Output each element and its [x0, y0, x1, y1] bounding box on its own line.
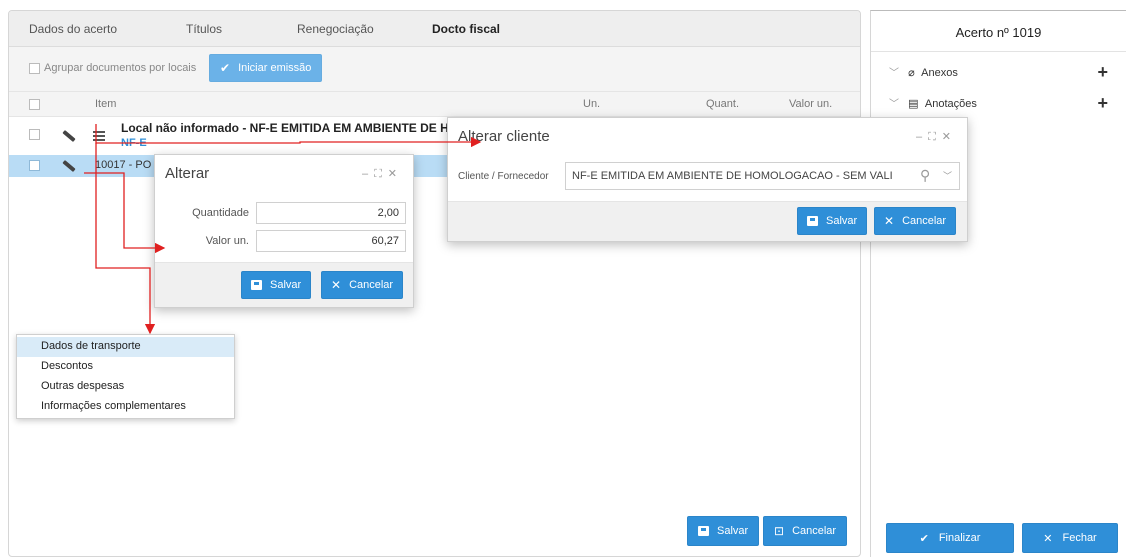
window-controls[interactable]: –⛶✕ [916, 130, 957, 144]
dialog-footer: Salvar ✕ Cancelar [155, 262, 413, 307]
main-panel: Dados do acerto Títulos Renegociação Doc… [8, 10, 861, 557]
quantidade-input[interactable]: 2,00 [256, 202, 406, 224]
save-button[interactable]: Salvar [797, 207, 868, 235]
right-panel: Acerto nº 1019 ﹀ ⌀ Anexos + ﹀ ▤ Anotaçõe… [870, 10, 1126, 557]
list-icon[interactable] [93, 131, 105, 141]
anotacoes-label: Anotações [924, 98, 977, 110]
anexos-label: Anexos [921, 67, 958, 79]
add-anotacao-button[interactable]: + [1097, 94, 1108, 112]
valor-un-input[interactable]: 60,27 [256, 230, 406, 252]
exit-icon: ⊡ [774, 524, 785, 538]
iniciar-emissao-button[interactable]: ✔ Iniciar emissão [209, 54, 323, 82]
tab-docto-fiscal[interactable]: Docto fiscal [432, 22, 500, 36]
agrupar-checkbox[interactable]: Agrupar documentos por locais [29, 62, 196, 74]
agrupar-label: Agrupar documentos por locais [44, 62, 197, 74]
window-controls[interactable]: –⛶✕ [362, 167, 403, 181]
save-icon [807, 216, 818, 226]
grid-header: Item Un. Quant. Valor un. [9, 91, 860, 117]
col-quant: Quant. [706, 98, 740, 110]
col-valor-un: Valor un. [789, 98, 833, 110]
col-item: Item [95, 98, 117, 110]
anotacoes-section[interactable]: ﹀ ▤ Anotações [889, 95, 977, 110]
save-label: Salvar [270, 279, 302, 291]
tab-titulos[interactable]: Títulos [186, 22, 222, 36]
close-icon: ✕ [884, 214, 895, 228]
close-icon: ✕ [1043, 532, 1053, 545]
iniciar-emissao-label: Iniciar emissão [238, 62, 312, 74]
finalizar-label: Finalizar [938, 532, 981, 544]
save-icon [698, 526, 709, 536]
chevron-down-icon[interactable]: ﹀ [943, 169, 952, 182]
tab-renegociacao[interactable]: Renegociação [297, 22, 374, 36]
checkbox-icon [29, 62, 40, 74]
chevron-down-icon: ﹀ [889, 68, 899, 79]
anexos-section[interactable]: ﹀ ⌀ Anexos [889, 64, 958, 79]
close-icon: ✕ [331, 278, 342, 292]
edit-icon[interactable] [62, 159, 76, 173]
save-label: Salvar [717, 525, 749, 537]
save-label: Salvar [826, 215, 858, 227]
acerto-title: Acerto nº 1019 [955, 25, 1042, 40]
dialog-header: Alterar –⛶✕ [155, 155, 413, 193]
select-all-checkbox[interactable] [29, 99, 40, 110]
row-title: 10017 - PO [95, 159, 152, 171]
row-checkbox[interactable] [29, 129, 40, 140]
notes-icon: ▤ [908, 98, 919, 110]
add-anexo-button[interactable]: + [1097, 63, 1108, 81]
tab-bar: Dados do acerto Títulos Renegociação Doc… [9, 11, 860, 47]
tab-dados-do-acerto[interactable]: Dados do acerto [29, 22, 117, 36]
save-button[interactable]: Salvar [687, 516, 760, 546]
cancel-button[interactable]: ✕ Cancelar [321, 271, 404, 299]
chevron-down-icon: ﹀ [889, 99, 899, 110]
alterar-cliente-dialog: Alterar cliente –⛶✕ Cliente / Fornecedor… [447, 117, 968, 242]
save-icon [251, 280, 262, 290]
dialog-title: Alterar cliente [458, 128, 550, 145]
menu-item-dados-transporte[interactable]: Dados de transporte [17, 337, 234, 357]
divider [871, 51, 1126, 52]
dialog-title: Alterar [165, 165, 210, 182]
row-subtitle: NF-E [121, 137, 147, 149]
row-checkbox[interactable] [29, 160, 40, 171]
finalizar-button[interactable]: ✔ Finalizar [886, 523, 1014, 553]
cancel-label: Cancelar [349, 279, 394, 291]
save-button[interactable]: Salvar [241, 271, 312, 299]
menu-item-descontos[interactable]: Descontos [17, 357, 234, 377]
menu-item-outras-despesas[interactable]: Outras despesas [17, 377, 234, 397]
paperclip-icon: ⌀ [908, 67, 915, 79]
dialog-footer: Salvar ✕ Cancelar [448, 201, 967, 241]
cancel-button[interactable]: ✕ Cancelar [874, 207, 957, 235]
cliente-fornecedor-input[interactable]: NF-E EMITIDA EM AMBIENTE DE HOMOLOGACAO … [565, 162, 960, 190]
fechar-label: Fechar [1062, 532, 1097, 544]
toolbar: Agrupar documentos por locais ✔ Iniciar … [9, 47, 860, 91]
alterar-dialog: Alterar –⛶✕ Quantidade 2,00 Valor un. 60… [154, 154, 414, 308]
cliente-fornecedor-label: Cliente / Fornecedor [458, 171, 549, 182]
col-un: Un. [583, 98, 601, 110]
cliente-value: NF-E EMITIDA EM AMBIENTE DE HOMOLOGACAO … [572, 170, 893, 182]
cancel-label: Cancelar [902, 215, 947, 227]
edit-icon[interactable] [62, 129, 76, 143]
row-title: Local não informado - NF-E EMITIDA EM AM… [121, 121, 462, 135]
quantidade-label: Quantidade [192, 207, 249, 219]
search-icon[interactable]: ⚲ [920, 167, 930, 184]
context-menu: Dados de transporte Descontos Outras des… [16, 334, 235, 419]
check-icon: ✔ [919, 532, 929, 545]
menu-item-informacoes-complementares[interactable]: Informações complementares [17, 397, 234, 417]
cancel-button[interactable]: ⊡ Cancelar [763, 516, 848, 546]
cancel-label: Cancelar [792, 525, 837, 537]
check-icon: ✔ [220, 61, 231, 75]
fechar-button[interactable]: ✕ Fechar [1022, 523, 1118, 553]
valor-un-label: Valor un. [205, 235, 249, 247]
dialog-header: Alterar cliente –⛶✕ [448, 118, 967, 156]
